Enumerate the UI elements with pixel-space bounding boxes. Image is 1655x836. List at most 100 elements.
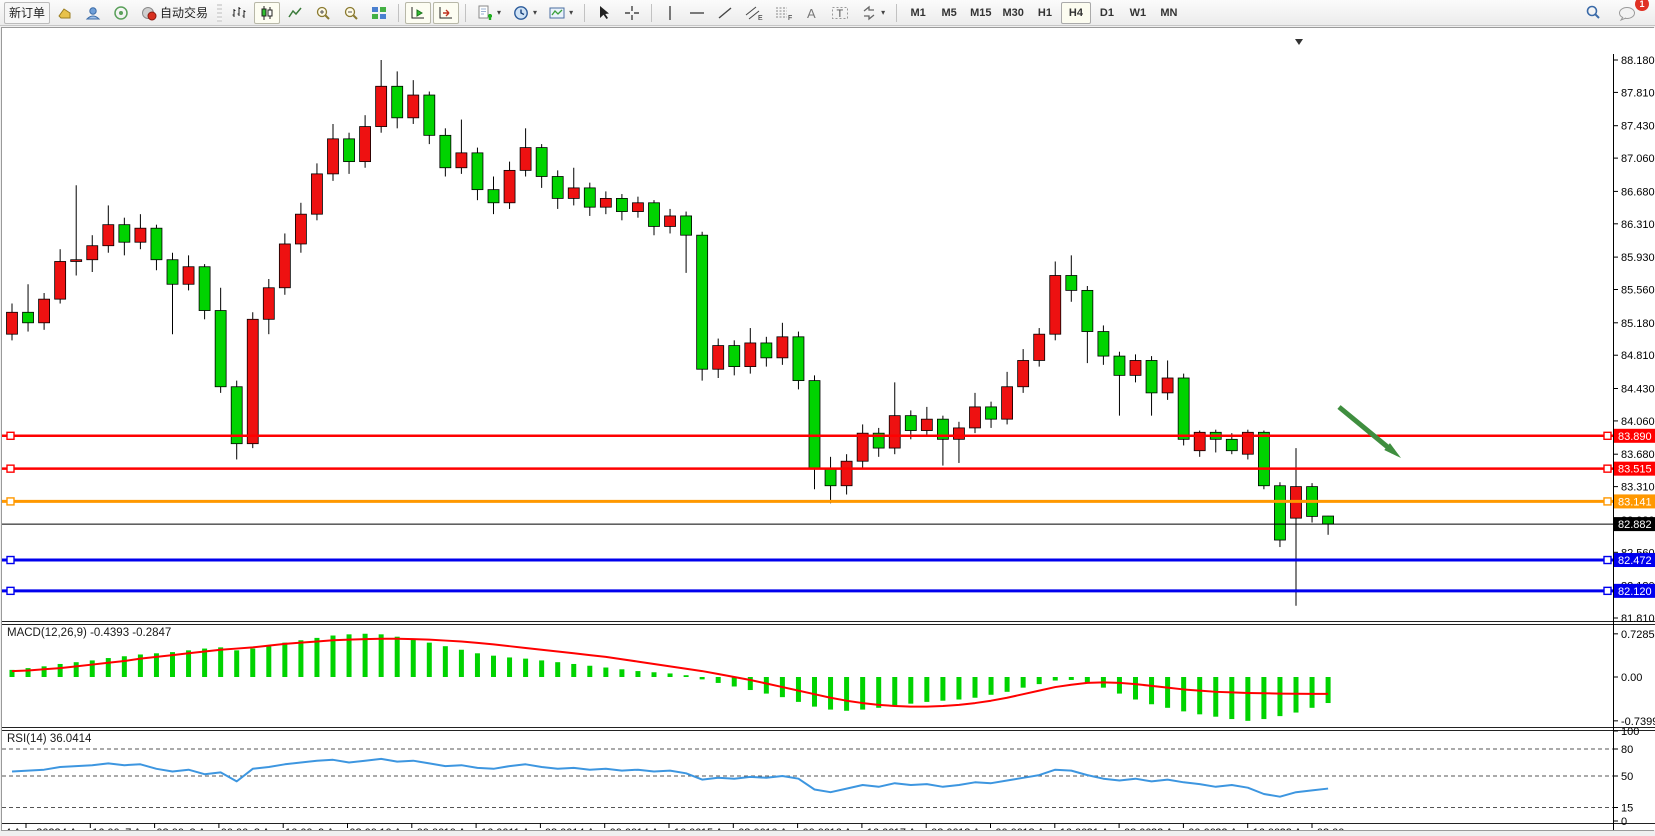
- candle[interactable]: [1018, 360, 1029, 386]
- timeframe-M1[interactable]: M1: [903, 2, 933, 24]
- candle[interactable]: [584, 188, 595, 207]
- timeframe-W1[interactable]: W1: [1123, 2, 1153, 24]
- text-button[interactable]: A: [800, 2, 824, 24]
- candle[interactable]: [392, 86, 403, 118]
- candle[interactable]: [986, 407, 997, 419]
- equidistant-channel-button[interactable]: E: [740, 2, 768, 24]
- add-indicator-button[interactable]: ▾: [472, 2, 506, 24]
- candlestick-chart-button[interactable]: [254, 2, 280, 24]
- cursor-button[interactable]: [591, 2, 617, 24]
- candle[interactable]: [183, 267, 194, 285]
- hline-handle[interactable]: [1604, 432, 1611, 439]
- line-chart-button[interactable]: [282, 2, 308, 24]
- hline-handle[interactable]: [7, 587, 14, 594]
- zoom-out-button[interactable]: [338, 2, 364, 24]
- candle[interactable]: [279, 244, 290, 288]
- hline-handle[interactable]: [1604, 587, 1611, 594]
- chart-canvas[interactable]: MACD(12,26,9) -0.4393 -0.2847RSI(14) 36.…: [2, 28, 1655, 830]
- candle[interactable]: [1178, 378, 1189, 439]
- candle[interactable]: [456, 153, 467, 168]
- candle[interactable]: [408, 95, 419, 118]
- candle[interactable]: [199, 267, 210, 311]
- candle[interactable]: [889, 416, 900, 448]
- text-label-button[interactable]: T: [826, 2, 854, 24]
- trendline-button[interactable]: [712, 2, 738, 24]
- candle[interactable]: [71, 260, 82, 262]
- candle[interactable]: [1130, 360, 1141, 375]
- hline-handle[interactable]: [7, 498, 14, 505]
- candle[interactable]: [488, 190, 499, 203]
- candle[interactable]: [921, 419, 932, 430]
- timeframe-D1[interactable]: D1: [1092, 2, 1122, 24]
- candle[interactable]: [39, 299, 50, 323]
- candle[interactable]: [857, 433, 868, 461]
- candle[interactable]: [697, 235, 708, 369]
- hline-handle[interactable]: [1604, 498, 1611, 505]
- search-button[interactable]: [1579, 2, 1607, 24]
- candle[interactable]: [311, 174, 322, 214]
- candle[interactable]: [1082, 290, 1093, 331]
- candle[interactable]: [263, 288, 274, 320]
- timeframe-H1[interactable]: H1: [1030, 2, 1060, 24]
- chart-shift-button[interactable]: [405, 2, 431, 24]
- candle[interactable]: [665, 216, 676, 227]
- candle[interactable]: [809, 381, 820, 469]
- crosshair-button[interactable]: [619, 2, 645, 24]
- candle[interactable]: [119, 225, 130, 243]
- candle[interactable]: [552, 177, 563, 199]
- timeframe-M15[interactable]: M15: [965, 2, 996, 24]
- candle[interactable]: [1034, 334, 1045, 360]
- hline-handle[interactable]: [7, 465, 14, 472]
- new-order-button[interactable]: 新订单: [4, 2, 50, 24]
- candle[interactable]: [23, 312, 34, 323]
- candle[interactable]: [247, 319, 258, 443]
- candle[interactable]: [55, 261, 66, 299]
- candle[interactable]: [825, 468, 836, 486]
- candle[interactable]: [600, 198, 611, 207]
- candle[interactable]: [632, 203, 643, 212]
- timeframe-M30[interactable]: M30: [998, 2, 1029, 24]
- candle[interactable]: [504, 170, 515, 202]
- vertical-line-button[interactable]: [658, 2, 682, 24]
- candle[interactable]: [440, 135, 451, 167]
- candle[interactable]: [536, 148, 547, 177]
- candle[interactable]: [135, 228, 146, 242]
- candle[interactable]: [1002, 387, 1013, 419]
- candle[interactable]: [376, 86, 387, 126]
- chart-window[interactable]: ▼ UKOil-,H4 82.974 82.976 82.760 82.882 …: [1, 27, 1654, 831]
- hline-handle[interactable]: [1604, 465, 1611, 472]
- candle[interactable]: [681, 216, 692, 235]
- timeframe-MN[interactable]: MN: [1154, 2, 1184, 24]
- hline-handle[interactable]: [1604, 557, 1611, 564]
- tile-windows-button[interactable]: [366, 2, 392, 24]
- candle[interactable]: [1323, 516, 1334, 524]
- candle[interactable]: [905, 416, 916, 431]
- candle[interactable]: [1098, 332, 1109, 357]
- candle[interactable]: [1162, 378, 1173, 393]
- candle[interactable]: [1258, 432, 1269, 485]
- bar-chart-button[interactable]: [226, 2, 252, 24]
- new-chart-icon[interactable]: [52, 2, 78, 24]
- notifications-button[interactable]: 1: [1613, 2, 1643, 24]
- candle[interactable]: [360, 127, 371, 162]
- auto-scroll-button[interactable]: [433, 2, 459, 24]
- candle[interactable]: [424, 95, 435, 135]
- template-button[interactable]: ▾: [544, 2, 578, 24]
- candle[interactable]: [713, 346, 724, 370]
- candle[interactable]: [761, 343, 772, 358]
- signals-button[interactable]: [108, 2, 134, 24]
- fibonacci-button[interactable]: F: [770, 2, 798, 24]
- candle[interactable]: [1146, 360, 1157, 392]
- candle[interactable]: [7, 312, 18, 334]
- candle[interactable]: [1050, 275, 1061, 334]
- candle[interactable]: [520, 148, 531, 171]
- candle[interactable]: [167, 260, 178, 285]
- candle[interactable]: [745, 343, 756, 367]
- timeframe-H4[interactable]: H4: [1061, 2, 1091, 24]
- candle[interactable]: [953, 428, 964, 439]
- candle[interactable]: [1274, 486, 1285, 540]
- candle[interactable]: [568, 188, 579, 199]
- candle[interactable]: [777, 337, 788, 358]
- candle[interactable]: [729, 346, 740, 367]
- candle[interactable]: [151, 228, 162, 260]
